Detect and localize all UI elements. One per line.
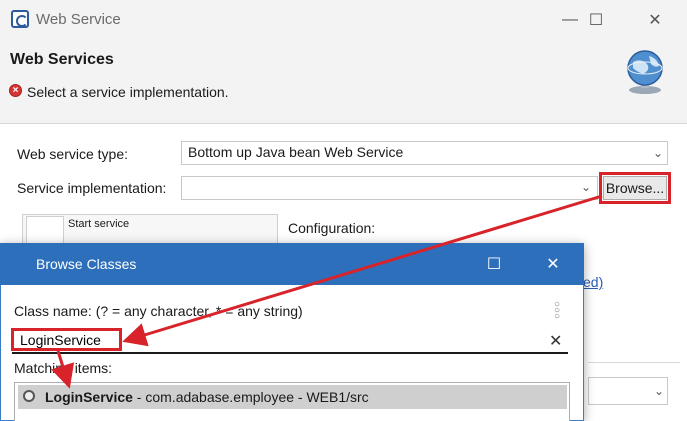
dialog-close-button[interactable]: ✕ — [533, 250, 573, 278]
error-message: Select a service implementation. — [27, 84, 229, 100]
slider-label: Start service — [68, 218, 130, 230]
divider — [588, 362, 680, 363]
app-icon — [11, 10, 29, 28]
browse-button[interactable]: Browse... — [603, 176, 667, 200]
class-name-label: Class name: (? = any character, * = any … — [14, 303, 303, 319]
chevron-down-icon[interactable]: ⌄ — [651, 146, 665, 160]
service-type-label: Web service type: — [17, 146, 129, 162]
configuration-link[interactable]: ed) — [583, 274, 603, 290]
page-title: Web Services — [10, 51, 114, 68]
dialog-maximize-button[interactable]: ☐ — [474, 250, 514, 278]
clear-icon[interactable]: ✕ — [549, 331, 562, 351]
error-icon: × — [9, 84, 22, 97]
chevron-down-icon[interactable]: ⌄ — [579, 180, 593, 194]
list-item-label[interactable]: LoginService - com.adabase.employee - WE… — [45, 389, 369, 405]
matching-items-label: Matching items: — [14, 360, 113, 376]
globe-icon — [627, 50, 663, 94]
configuration-label: Configuration: — [288, 220, 376, 236]
dialog-title: Browse Classes — [36, 256, 137, 272]
class-name: LoginService — [45, 389, 133, 405]
input-highlight — [11, 328, 122, 351]
service-impl-label: Service implementation: — [17, 180, 167, 196]
close-button[interactable]: ✕ — [632, 6, 678, 34]
class-icon — [23, 390, 35, 402]
more-options-icon[interactable]: ○ ○ ○ — [553, 300, 561, 322]
chevron-down-icon[interactable]: ⌄ — [652, 384, 666, 398]
service-type-value: Bottom up Java bean Web Service — [188, 144, 404, 160]
service-type-select[interactable]: Bottom up Java bean Web Service — [181, 141, 668, 165]
window-title: Web Service — [36, 11, 121, 28]
service-impl-select[interactable] — [181, 176, 598, 200]
class-detail: - com.adabase.employee - WEB1/src — [132, 389, 369, 405]
maximize-button[interactable]: ☐ — [573, 6, 619, 34]
slider-thumb[interactable] — [26, 216, 64, 244]
